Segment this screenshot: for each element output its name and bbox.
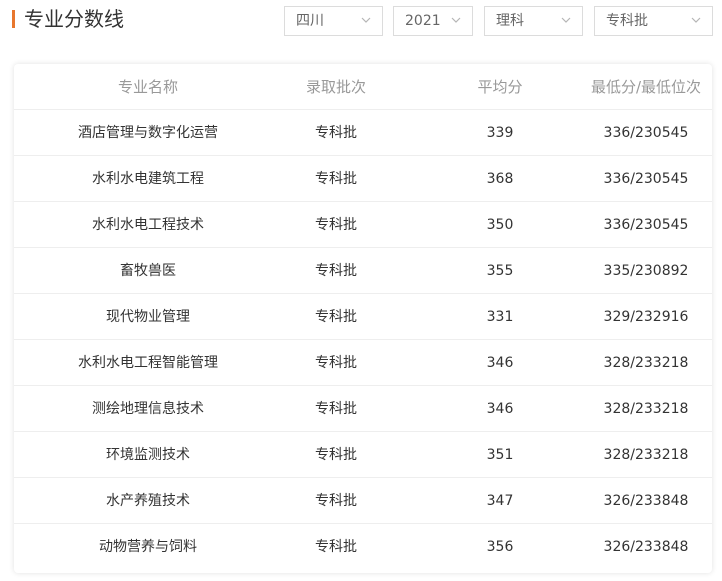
batch-cell: 专科批 [315, 493, 357, 509]
chevron-down-icon [361, 17, 371, 23]
table-row: 动物营养与饲料 专科批 356 326/233848 [14, 524, 712, 570]
average-score-cell: 346 [486, 355, 514, 371]
major-name-cell: 现代物业管理 [106, 309, 190, 325]
min-score-rank-cell: 329/232916 [603, 309, 689, 325]
average-score-cell: 368 [486, 171, 514, 187]
batch-cell: 专科批 [315, 171, 357, 187]
min-score-rank-cell: 328/233218 [603, 447, 689, 463]
table-row: 水利水电工程技术 专科批 350 336/230545 [14, 202, 712, 248]
min-score-rank-cell: 326/233848 [603, 493, 689, 509]
average-score-cell: 350 [486, 217, 514, 233]
average-score-cell: 355 [486, 263, 514, 279]
table-row: 酒店管理与数字化运营 专科批 339 336/230545 [14, 110, 712, 156]
major-name-cell: 畜牧兽医 [120, 263, 176, 279]
average-score-cell: 356 [486, 539, 514, 555]
average-score-cell: 351 [486, 447, 514, 463]
batch-cell: 专科批 [315, 447, 357, 463]
batch-cell: 专科批 [315, 263, 357, 279]
average-score-cell: 331 [486, 309, 514, 325]
batch-cell: 专科批 [315, 217, 357, 233]
min-score-rank-cell: 336/230545 [603, 217, 689, 233]
chevron-down-icon [451, 17, 461, 23]
province-select[interactable]: 四川 [284, 6, 383, 36]
column-header-major: 专业名称 [117, 78, 178, 96]
min-score-rank-cell: 328/233218 [603, 355, 689, 371]
score-table: 专业名称 录取批次 平均分 最低分/最低位次 酒店管理与数字化运营 专科批 33… [14, 64, 712, 573]
page-header: 专业分数线 四川 2021 理科 专科批 [0, 0, 722, 44]
batch-cell: 专科批 [315, 309, 357, 325]
batch-cell: 专科批 [315, 539, 357, 555]
year-select[interactable]: 2021 [393, 6, 473, 36]
page-title: 专业分数线 [24, 7, 124, 31]
major-name-cell: 动物营养与饲料 [99, 539, 197, 555]
batch-select-value: 专科批 [606, 13, 648, 29]
major-name-cell: 环境监测技术 [106, 447, 190, 463]
table-row: 水产养殖技术 专科批 347 326/233848 [14, 478, 712, 524]
major-name-cell: 水利水电建筑工程 [92, 171, 204, 187]
table-row: 畜牧兽医 专科批 355 335/230892 [14, 248, 712, 294]
column-header-minimum: 最低分/最低位次 [590, 78, 702, 96]
batch-cell: 专科批 [315, 401, 357, 417]
year-select-value: 2021 [405, 13, 441, 29]
table-row: 水利水电建筑工程 专科批 368 336/230545 [14, 156, 712, 202]
min-score-rank-cell: 335/230892 [603, 263, 689, 279]
chevron-down-icon [561, 17, 571, 23]
major-name-cell: 测绘地理信息技术 [92, 401, 204, 417]
table-row: 环境监测技术 专科批 351 328/233218 [14, 432, 712, 478]
min-score-rank-cell: 328/233218 [603, 401, 689, 417]
average-score-cell: 347 [486, 493, 514, 509]
major-name-cell: 水利水电工程技术 [92, 217, 204, 233]
column-header-batch: 录取批次 [305, 78, 366, 96]
table-row: 水利水电工程智能管理 专科批 346 328/233218 [14, 340, 712, 386]
batch-cell: 专科批 [315, 355, 357, 371]
min-score-rank-cell: 336/230545 [603, 125, 689, 141]
table-row: 现代物业管理 专科批 331 329/232916 [14, 294, 712, 340]
title-accent-bar [12, 10, 15, 28]
average-score-cell: 346 [486, 401, 514, 417]
min-score-rank-cell: 326/233848 [603, 539, 689, 555]
column-header-average: 平均分 [477, 78, 523, 96]
major-name-cell: 酒店管理与数字化运营 [78, 125, 218, 141]
table-header-row: 专业名称 录取批次 平均分 最低分/最低位次 [14, 64, 712, 110]
major-name-cell: 水利水电工程智能管理 [78, 355, 218, 371]
min-score-rank-cell: 336/230545 [603, 171, 689, 187]
province-select-value: 四川 [296, 13, 324, 29]
major-name-cell: 水产养殖技术 [106, 493, 190, 509]
subject-select[interactable]: 理科 [484, 6, 583, 36]
table-row: 测绘地理信息技术 专科批 346 328/233218 [14, 386, 712, 432]
subject-select-value: 理科 [496, 13, 524, 29]
average-score-cell: 339 [486, 125, 514, 141]
batch-cell: 专科批 [315, 125, 357, 141]
batch-select[interactable]: 专科批 [594, 6, 713, 36]
chevron-down-icon [691, 17, 701, 23]
